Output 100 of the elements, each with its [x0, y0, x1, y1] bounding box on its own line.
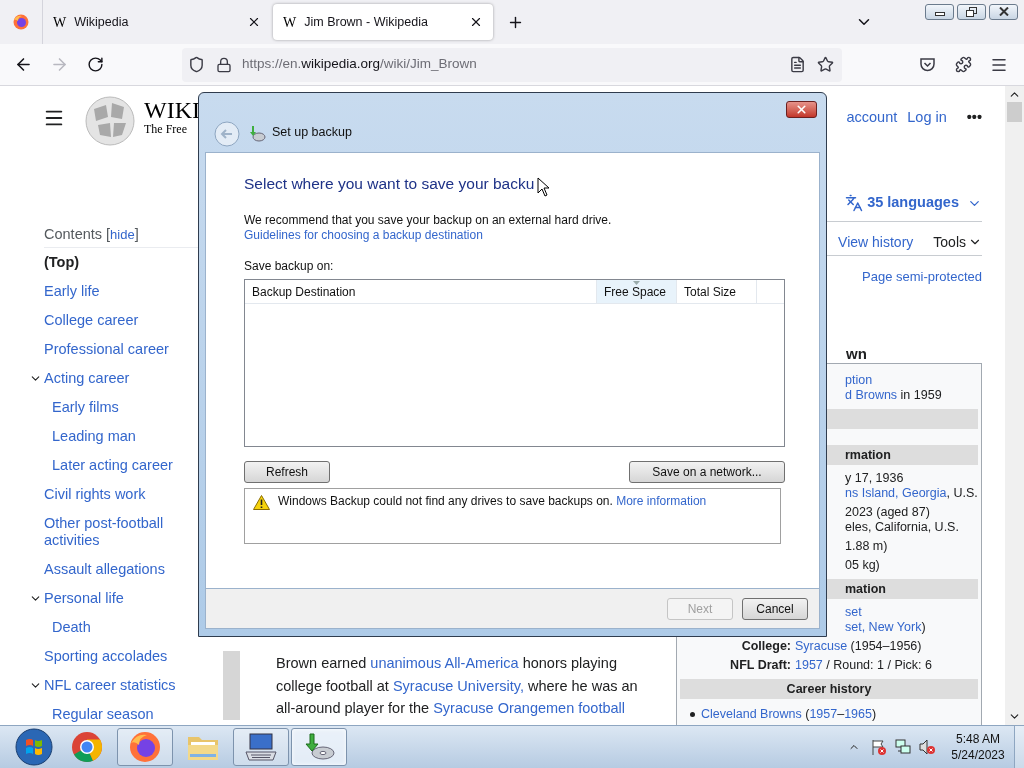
close-icon[interactable] — [247, 15, 261, 29]
close-button[interactable] — [989, 4, 1018, 20]
link[interactable]: d Browns — [845, 388, 898, 402]
link[interactable]: Cleveland Browns — [701, 707, 802, 721]
toc-link[interactable]: Civil rights work — [44, 486, 146, 503]
link[interactable]: Syracuse Orangemen football — [433, 700, 625, 716]
muted-speaker-icon[interactable] — [918, 738, 936, 756]
tab-title: Jim Brown - Wikipedia — [304, 13, 429, 31]
taskbar-button[interactable] — [233, 728, 289, 766]
minimize-icon — [934, 12, 945, 16]
toc-link[interactable]: Later acting career — [52, 457, 173, 474]
infobox-value: d Browns in 1959 — [845, 388, 942, 403]
dialog-button[interactable]: Refresh — [244, 461, 330, 483]
restore-icon — [966, 7, 977, 17]
link[interactable]: ption — [845, 373, 873, 388]
infobox-value: set, New York) — [845, 620, 926, 635]
infobox-value: 05 kg) — [845, 558, 880, 573]
list-label: Save backup on: — [244, 259, 335, 274]
bookmark-star-icon[interactable] — [817, 56, 834, 73]
link[interactable]: unanimous All-America — [370, 655, 519, 671]
bullet-icon — [690, 712, 695, 717]
scrollbar[interactable] — [1005, 86, 1024, 725]
view-history-tab[interactable]: View history — [838, 231, 914, 253]
sort-arrow-icon — [633, 281, 640, 285]
close-icon — [795, 103, 808, 116]
infobox-value: Syracuse (1954–1956) — [795, 639, 922, 654]
network-icon[interactable] — [894, 738, 912, 756]
languages-button[interactable]: 35 languages — [867, 192, 959, 214]
protection-link[interactable]: Page semi-protected — [862, 267, 982, 287]
address-bar[interactable]: https://en.wikipedia.org/wiki/Jim_Brown — [182, 47, 842, 82]
dialog-description: We recommend that you save your backup on an external hard drive. Guidelines for choosing a backup destination — [244, 213, 612, 242]
toc-link[interactable]: Acting career — [44, 370, 130, 387]
bracket-text: [ — [106, 224, 111, 244]
restore-button[interactable] — [957, 4, 986, 20]
toc-link[interactable]: College career — [44, 312, 139, 329]
warning-text: Windows Backup could not find any drives to save backups on. More information — [278, 494, 707, 509]
clock-time[interactable]: 5:48 AM — [956, 731, 1000, 747]
shield-icon[interactable] — [188, 56, 205, 73]
link[interactable]: Syracuse — [795, 639, 848, 653]
toc-link[interactable]: Assault allegations — [44, 561, 165, 578]
more-menu[interactable]: ••• — [966, 107, 982, 129]
warning-icon — [253, 495, 270, 510]
toc-link[interactable]: Early life — [44, 283, 100, 300]
infobox-title: wn — [846, 345, 867, 362]
toc-link[interactable]: Sporting accolades — [44, 648, 168, 665]
browser-tab[interactable]: W Wikipedia — [43, 4, 271, 40]
tab-favicon: W — [53, 13, 67, 32]
lock-icon[interactable] — [216, 56, 232, 73]
reload-icon[interactable] — [86, 56, 104, 73]
computer-keyboard-icon — [244, 732, 278, 762]
toc-link[interactable]: Death — [52, 619, 91, 636]
link[interactable]: set — [845, 605, 862, 620]
link[interactable]: Syracuse University, — [392, 677, 524, 694]
link[interactable]: set, New York — [845, 620, 922, 634]
column-header[interactable]: Free Space — [597, 280, 677, 303]
infobox-section-header: Career history — [680, 679, 978, 699]
toc-link[interactable]: Regular season — [52, 706, 154, 723]
backup-icon — [248, 125, 266, 143]
infobox-header-text: rmation — [845, 446, 891, 464]
close-icon[interactable] — [469, 15, 483, 29]
taskbar-button[interactable] — [291, 728, 347, 766]
link[interactable]: 1957 — [795, 658, 823, 672]
dialog-button[interactable]: Save on a network... — [629, 461, 785, 483]
toc-link[interactable]: Professional career — [44, 341, 169, 358]
tab-title: Wikipedia — [74, 13, 130, 31]
toc-link[interactable]: Early films — [52, 399, 119, 416]
column-header[interactable]: Total Size — [677, 280, 757, 303]
browser-tab[interactable]: W Jim Brown - Wikipedia — [273, 4, 493, 40]
pocket-icon[interactable] — [919, 56, 936, 73]
toc-link[interactable]: Leading man — [52, 428, 136, 445]
reader-view-icon[interactable] — [789, 56, 806, 73]
infobox-value: Cleveland Browns (1957–1965) — [701, 707, 877, 722]
tab-favicon: W — [283, 13, 297, 32]
minimize-button[interactable] — [925, 4, 954, 20]
infobox-value: 2023 (aged 87) — [845, 505, 930, 520]
infobox-value: eles, California, U.S. — [845, 520, 959, 535]
link[interactable]: 1965 — [844, 707, 872, 721]
taskbar-button[interactable] — [117, 728, 173, 766]
language-icon[interactable] — [845, 194, 864, 212]
firefox-icon — [129, 731, 161, 763]
firefox-view-icon — [13, 14, 29, 30]
tools-menu[interactable]: Tools — [933, 231, 966, 253]
destination-list[interactable]: Backup Destination Free Space Total Size — [244, 279, 785, 447]
cursor-icon — [537, 177, 550, 197]
clock-date[interactable]: 5/24/2023 — [951, 747, 1005, 763]
flag-icon[interactable] — [870, 738, 888, 756]
scroll-thumb[interactable] — [1007, 102, 1022, 122]
link[interactable]: Guidelines for choosing a backup destination — [244, 228, 483, 242]
extensions-icon[interactable] — [955, 56, 972, 73]
user-link[interactable]: account — [846, 107, 898, 129]
user-link[interactable]: Log in — [907, 107, 947, 129]
toc-link[interactable]: NFL career statistics — [44, 677, 176, 694]
hide-link[interactable]: hide — [110, 224, 135, 245]
link[interactable]: 1957 — [809, 707, 838, 721]
dialog-button[interactable]: Cancel — [742, 597, 808, 620]
close-button[interactable] — [786, 101, 817, 118]
toc-link[interactable]: Personal life — [44, 590, 124, 607]
link[interactable]: More information — [616, 494, 707, 508]
toc-link[interactable]: (Top) — [44, 254, 80, 271]
start-button[interactable] — [14, 727, 54, 767]
